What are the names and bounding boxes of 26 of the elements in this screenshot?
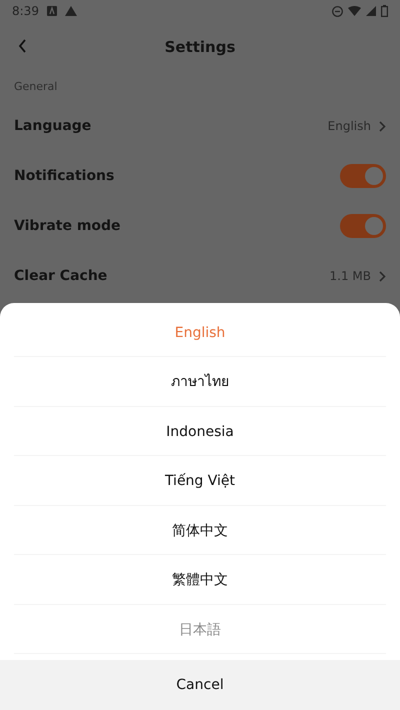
section-title: General — [13, 79, 58, 95]
chevron-right-icon[interactable] — [379, 120, 386, 132]
page-title: Settings — [164, 38, 236, 56]
setting-label: Language — [14, 118, 92, 134]
language-option[interactable]: Tiếng Việt — [14, 456, 386, 506]
setting-label: Vibrate mode — [14, 218, 121, 234]
language-option[interactable]: Indonesia — [14, 406, 386, 456]
setting-label: Clear Cache — [14, 268, 108, 284]
language-option[interactable]: 繁體中文 — [14, 555, 386, 604]
notification-icon — [46, 6, 57, 16]
status-time: 8:39 — [12, 4, 39, 18]
setting-label: Notifications — [14, 168, 114, 184]
wifi-icon — [348, 6, 361, 16]
setting-value: 1.1 MB — [330, 269, 371, 283]
cancel-button[interactable]: Cancel — [0, 660, 400, 710]
setting-value: English — [328, 119, 371, 133]
chevron-right-icon[interactable] — [379, 270, 386, 282]
do-not-disturb-icon — [332, 6, 343, 16]
toggle-switch[interactable] — [340, 164, 386, 188]
language-option[interactable]: ภาษาไทย — [14, 357, 386, 406]
signal-icon — [366, 6, 376, 16]
back-icon[interactable] — [18, 39, 27, 53]
language-option[interactable]: 简体中文 — [14, 506, 386, 555]
battery-icon — [381, 5, 388, 17]
warning-icon — [64, 6, 77, 16]
toggle-switch[interactable] — [340, 214, 386, 238]
